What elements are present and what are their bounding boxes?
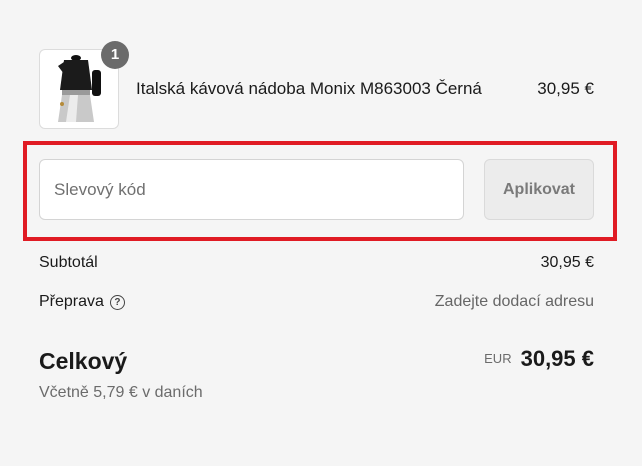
product-name: Italská kávová nádoba Monix M863003 Čern… — [136, 79, 482, 98]
discount-code-section: Aplikovat — [23, 141, 617, 241]
shipping-label: Přeprava — [39, 293, 104, 310]
shipping-value: Zadejte dodací adresu — [434, 293, 594, 310]
tax-note: Včetně 5,79 € v daních — [39, 384, 203, 401]
apply-discount-button[interactable]: Aplikovat — [484, 159, 594, 220]
subtotal-value: 30,95 € — [540, 254, 594, 271]
question-circle-icon[interactable]: ? — [109, 295, 125, 310]
shipping-label-group: Přeprava? — [39, 293, 125, 311]
product-price: 30,95 € — [537, 79, 594, 98]
currency-code: EUR — [484, 351, 512, 366]
total-value-group: EUR 30,95 € — [484, 346, 594, 372]
total-label: Celkový — [39, 348, 128, 374]
product-thumbnail: 1 — [39, 41, 129, 129]
cart-line-item: 1 Italská kávová nádoba Monix M863003 Če… — [39, 41, 594, 129]
total-row: Celkový EUR 30,95 € — [39, 344, 594, 380]
quantity-badge: 1 — [101, 41, 129, 69]
subtotal-label: Subtotál — [39, 254, 98, 271]
total-value: 30,95 € — [520, 346, 594, 371]
discount-code-input[interactable] — [39, 159, 464, 220]
